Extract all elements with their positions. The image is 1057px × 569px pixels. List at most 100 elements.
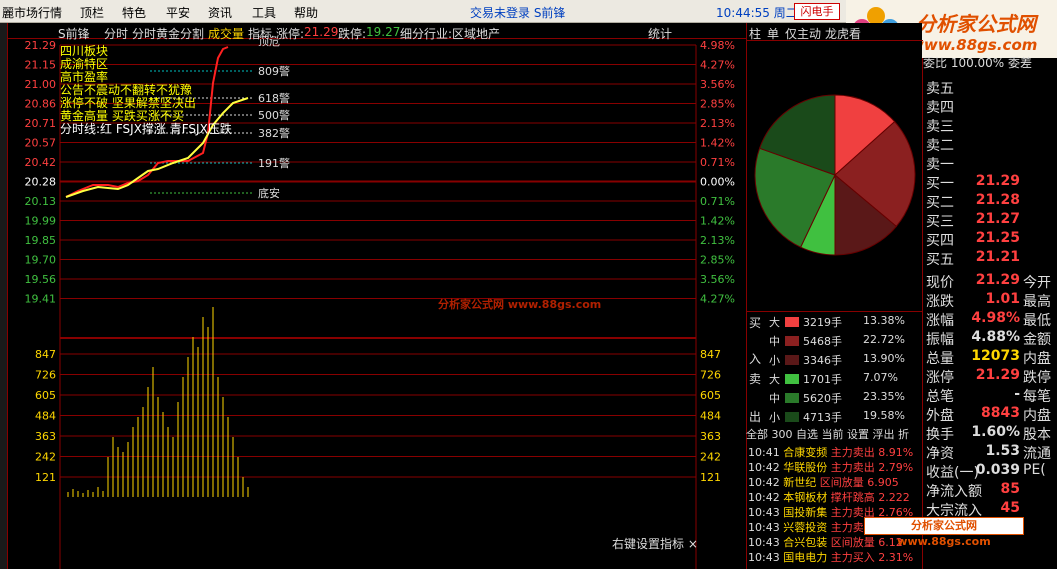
flow-row: 中 5620手 23.35% xyxy=(747,390,923,408)
pct-tick: 0.71% xyxy=(700,195,735,208)
sell-label: 卖四 xyxy=(926,100,954,116)
ticker-row[interactable]: 10:43 合兴包装 区间放量 6.12 xyxy=(748,534,903,550)
ticker-row[interactable]: 10:41 合康变频 主力卖出 8.91% xyxy=(748,444,913,460)
ticker-panel[interactable]: 全部 300 自选 当前 设置 浮出 折 10:41 合康变频 主力卖出 8.9… xyxy=(746,428,922,569)
tab-single[interactable]: 单 xyxy=(767,25,779,42)
stat-value: 4.88% xyxy=(971,329,1020,345)
ticker-value: 2.222 xyxy=(878,491,910,504)
tab-intraday[interactable]: 分时 xyxy=(104,25,128,42)
right-click-hint[interactable]: 右键设置指标 × xyxy=(612,535,698,552)
flow-row: 小 3346手 13.90% xyxy=(747,352,923,370)
price-tick: 19.56 xyxy=(25,273,57,286)
flow-row: 大 1701手 7.07% xyxy=(747,371,923,389)
sell-label: 卖三 xyxy=(926,119,954,135)
ticker-row[interactable]: 10:42 新世纪 区间放量 6.905 xyxy=(748,474,899,490)
stat-label: 现价 xyxy=(926,275,954,291)
ticker-stock: 国电电力 xyxy=(783,551,828,564)
flow-swatch xyxy=(785,374,799,384)
stat-value: - xyxy=(1014,386,1020,402)
flow-size: 大 xyxy=(769,373,780,386)
ticker-row[interactable]: 10:43 兴蓉投资 主力卖出 xyxy=(748,519,875,535)
price-tick: 20.13 xyxy=(25,195,57,208)
pct-tick: 4.27% xyxy=(700,293,735,306)
menu-special[interactable]: 特色 xyxy=(122,4,146,21)
tab-bar[interactable]: 柱 xyxy=(749,25,761,42)
vol-tick: 363 xyxy=(35,430,56,443)
sell-label: 卖一 xyxy=(926,157,954,173)
menu-tools[interactable]: 工具 xyxy=(252,4,276,21)
level-label: 809警 xyxy=(258,64,290,78)
buy-level: 买四 21.25 xyxy=(923,230,1057,249)
ticker-tabs[interactable]: 全部 300 自选 当前 设置 浮出 折 xyxy=(746,426,922,442)
menu-pingan[interactable]: 平安 xyxy=(166,4,190,21)
tab-golden-split[interactable]: 分时黄金分割 xyxy=(132,25,204,42)
ticker-row[interactable]: 10:42 本钢板材 撑杆跳高 2.222 xyxy=(748,489,910,505)
price-tick: 21.15 xyxy=(25,59,57,72)
level-label: 191警 xyxy=(258,156,290,170)
quote-stat: 净资 1.53 流通 xyxy=(923,443,1057,462)
quote-panel: 委比 100.00% 委差 卖五 卖四 卖三 卖二 卖一 买一 21.29 买二 21.28 买三… xyxy=(922,56,1057,569)
ticker-action: 撑杆跳高 xyxy=(830,491,875,504)
price-tick: 21.00 xyxy=(25,78,57,91)
menu-market[interactable]: 麗市场行情 xyxy=(2,4,62,21)
tab-volume[interactable]: 成交量 xyxy=(208,25,244,42)
flow-swatch xyxy=(785,355,799,365)
sell-level: 卖一 xyxy=(923,154,1057,173)
intraday-chart[interactable]: 21.29 4.98% 21.15 4.27% 21.00 3.56% 20.86 2.85%… xyxy=(8,23,748,569)
vol-tick-right: 363 xyxy=(700,430,721,443)
stat-label: 总笔 xyxy=(926,389,954,405)
sell-label: 卖二 xyxy=(926,138,954,154)
buy-level: 买一 21.29 xyxy=(923,173,1057,192)
menu-help[interactable]: 帮助 xyxy=(294,4,318,21)
vol-tick: 605 xyxy=(35,389,56,402)
stat-value: 21.29 xyxy=(975,367,1020,383)
pct-tick: 4.27% xyxy=(700,59,735,72)
vol-tick: 484 xyxy=(35,410,56,423)
sell-level: 卖二 xyxy=(923,135,1057,154)
flow-swatch xyxy=(785,412,799,422)
annotation-7: 分时线:红 FSJX撑涨 青FSJX压跌 xyxy=(60,122,232,136)
flow-volume: 3346手 xyxy=(803,354,842,367)
stat-extra: 跌停 xyxy=(1023,370,1051,386)
stats-button[interactable]: 统计 xyxy=(648,25,672,42)
quote-stat: 总笔 - 每笔 xyxy=(923,386,1057,405)
pct-tick: 2.85% xyxy=(700,98,735,111)
tab-active[interactable]: 仅主动 xyxy=(785,25,821,42)
price-tick: 21.29 xyxy=(25,39,57,52)
menu-top[interactable]: 顶栏 xyxy=(80,4,104,21)
stat-value: 1.53 xyxy=(985,443,1020,459)
sell-level: 卖五 xyxy=(923,78,1057,97)
flash-trade-button[interactable]: 闪电手 xyxy=(794,3,840,20)
vol-tick-right: 726 xyxy=(700,369,721,382)
tab-indicator[interactable]: 指标 xyxy=(248,25,272,42)
flow-volume: 4713手 xyxy=(803,411,842,424)
level-label: 382警 xyxy=(258,126,290,140)
flow-pct: 23.35% xyxy=(863,390,905,403)
vol-tick: 242 xyxy=(35,451,56,464)
ticker-value: 2.31% xyxy=(878,551,914,564)
ticker-value: 6.905 xyxy=(867,476,899,489)
ticker-action: 区间放量 xyxy=(830,536,875,549)
stat-label: 换手 xyxy=(926,427,954,443)
limit-down-label: 跌停: xyxy=(338,27,367,41)
ticker-value: 8.91% xyxy=(878,446,914,459)
pct-tick: 2.13% xyxy=(700,117,735,130)
stat-label: 涨幅 xyxy=(926,313,954,329)
ticker-stock: 兴蓉投资 xyxy=(783,521,828,534)
ticker-row[interactable]: 10:43 国电电力 主力买入 2.31% xyxy=(748,549,913,565)
ticker-stock: 合兴包装 xyxy=(783,536,828,549)
vol-tick-right: 605 xyxy=(700,389,721,402)
flow-pct: 13.38% xyxy=(863,314,905,327)
login-status[interactable]: 交易未登录 S前锋 xyxy=(470,4,565,21)
price-tick: 20.86 xyxy=(25,98,57,111)
buy-label: 买四 xyxy=(926,233,954,249)
tab-dragon[interactable]: 龙虎看 xyxy=(825,25,861,42)
buy-price: 21.27 xyxy=(975,211,1020,227)
ticker-row[interactable]: 10:42 华联股份 主力卖出 2.79% xyxy=(748,459,913,475)
buy-label: 买二 xyxy=(926,195,954,211)
menu-news[interactable]: 资讯 xyxy=(208,4,232,21)
left-toolbar[interactable] xyxy=(0,23,8,569)
sell-level: 卖三 xyxy=(923,116,1057,135)
pct-tick: 1.42% xyxy=(700,137,735,150)
stat-label: 总量 xyxy=(926,351,954,367)
